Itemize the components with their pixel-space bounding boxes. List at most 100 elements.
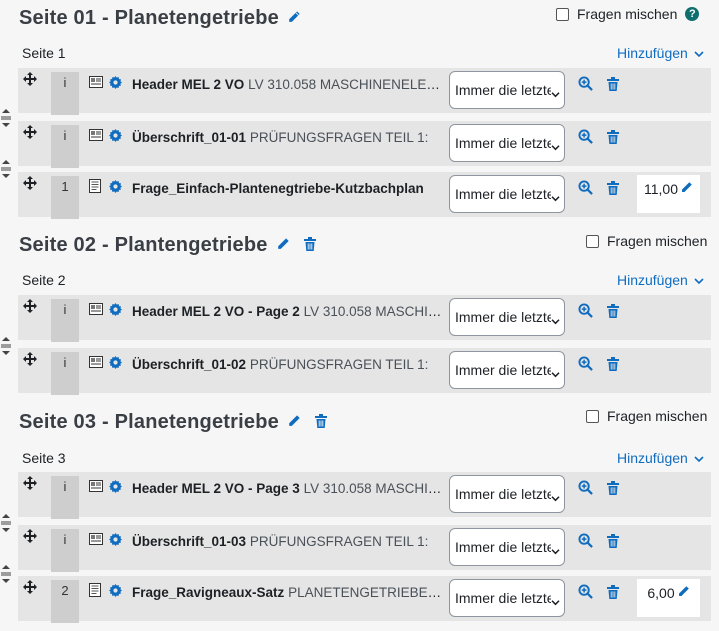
description-icon <box>89 75 103 93</box>
question-name[interactable]: Überschrift_01-03 PRÜFUNGSFRAGEN TEIL 1: <box>132 534 444 549</box>
trash-icon[interactable] <box>607 181 619 200</box>
question-title: Frage_Einfach-Plantenegtriebe-Kutzbachpl… <box>132 181 424 196</box>
gear-icon[interactable] <box>109 480 122 498</box>
chevron-down-icon <box>551 365 560 381</box>
question-title: Überschrift_01-01 <box>132 130 247 145</box>
variant-select-value: Immer die letzte <box>455 135 551 151</box>
trash-icon[interactable] <box>314 411 327 434</box>
question-slot: i Überschrift_01-02 PRÜFUNGSFRAGEN TEIL … <box>18 348 711 395</box>
add-dropdown[interactable]: Hinzufügen <box>617 45 704 61</box>
section-title: Seite 02 - Plantengetriebe <box>19 234 268 256</box>
variant-select[interactable]: Immer die letzte <box>449 528 565 566</box>
question-slot: i Überschrift_01-01 PRÜFUNGSFRAGEN TEIL … <box>18 121 711 168</box>
trash-icon[interactable] <box>607 585 619 604</box>
gear-icon[interactable] <box>109 76 122 94</box>
move-icon[interactable] <box>23 580 37 599</box>
gear-icon[interactable] <box>109 533 122 551</box>
help-icon[interactable]: ? <box>685 7 700 21</box>
zoom-icon[interactable] <box>578 356 593 376</box>
question-name[interactable]: Überschrift_01-02 PRÜFUNGSFRAGEN TEIL 1: <box>132 357 444 372</box>
zoom-icon[interactable] <box>578 180 593 200</box>
max-mark[interactable]: 6,00 <box>637 579 700 617</box>
move-icon[interactable] <box>23 476 37 495</box>
question-name[interactable]: Header MEL 2 VO - Page 3 LV 310.058 MASC… <box>132 481 444 496</box>
up-down-icon[interactable] <box>0 337 12 360</box>
section-heading-2: Seite 02 - Plantengetriebe <box>19 234 316 257</box>
variant-select[interactable]: Immer die letzte <box>449 175 565 213</box>
question-name[interactable]: Header MEL 2 VO LV 310.058 MASCHINENELEM… <box>132 77 444 92</box>
variant-select-value: Immer die letzte <box>455 362 551 378</box>
pencil-icon[interactable] <box>287 411 301 434</box>
variant-select[interactable]: Immer die letzte <box>449 579 565 617</box>
question-title: Überschrift_01-02 <box>132 357 247 372</box>
pencil-icon[interactable] <box>287 7 301 30</box>
chevron-down-icon <box>551 138 560 154</box>
section-title: Seite 01 - Planetengetriebe <box>19 7 279 29</box>
variant-select-value: Immer die letzte <box>455 309 551 325</box>
shuffle-label: Fragen mischen <box>607 233 708 249</box>
variant-select[interactable]: Immer die letzte <box>449 124 565 162</box>
slot-number: 2 <box>51 580 79 623</box>
trash-icon[interactable] <box>607 357 619 376</box>
move-icon[interactable] <box>23 72 37 91</box>
question-text: LV 310.058 MASCHINENELEMENTE <box>303 304 444 319</box>
gear-icon[interactable] <box>109 584 122 602</box>
trash-icon[interactable] <box>303 234 316 257</box>
variant-select-value: Immer die letzte <box>455 590 551 606</box>
add-dropdown[interactable]: Hinzufügen <box>617 272 704 288</box>
trash-icon[interactable] <box>607 481 619 500</box>
essay-icon <box>89 179 101 198</box>
move-icon[interactable] <box>23 299 37 318</box>
question-name[interactable]: Frage_Ravigneaux-Satz PLANETENGETRIEBE M… <box>132 585 444 600</box>
zoom-icon[interactable] <box>578 76 593 96</box>
trash-icon[interactable] <box>607 77 619 96</box>
move-icon[interactable] <box>23 529 37 548</box>
variant-select[interactable]: Immer die letzte <box>449 351 565 389</box>
gear-icon[interactable] <box>109 303 122 321</box>
max-mark[interactable]: 11,00 <box>637 175 700 213</box>
gear-icon[interactable] <box>109 180 122 198</box>
zoom-icon[interactable] <box>578 584 593 604</box>
trash-icon[interactable] <box>607 534 619 553</box>
shuffle-checkbox[interactable] <box>556 7 569 21</box>
trash-icon[interactable] <box>607 304 619 323</box>
up-down-icon[interactable] <box>0 514 12 537</box>
pencil-icon[interactable] <box>677 585 690 601</box>
up-down-icon[interactable] <box>0 160 12 183</box>
question-title: Überschrift_01-03 <box>132 534 247 549</box>
pencil-icon[interactable] <box>680 181 693 197</box>
section-title: Seite 03 - Planetengetriebe <box>19 411 279 433</box>
shuffle-checkbox[interactable] <box>586 409 599 423</box>
question-text: PRÜFUNGSFRAGEN TEIL 1: <box>249 130 429 145</box>
shuffle-questions[interactable]: Fragen mischen ? <box>556 6 700 22</box>
move-icon[interactable] <box>23 352 37 371</box>
question-name[interactable]: Frage_Einfach-Plantenegtriebe-Kutzbachpl… <box>132 181 444 196</box>
shuffle-questions[interactable]: Fragen mischen <box>586 233 707 249</box>
question-title: Header MEL 2 VO - Page 3 <box>132 481 300 496</box>
question-slot: 2 Frage_Ravigneaux-Satz PLANETENGETRIEBE… <box>18 576 711 623</box>
up-down-icon[interactable] <box>0 109 12 132</box>
variant-select[interactable]: Immer die letzte <box>449 71 565 109</box>
up-down-icon[interactable] <box>0 565 12 588</box>
zoom-icon[interactable] <box>578 480 593 500</box>
move-icon[interactable] <box>23 176 37 195</box>
zoom-icon[interactable] <box>578 533 593 553</box>
variant-select[interactable]: Immer die letzte <box>449 475 565 513</box>
shuffle-questions[interactable]: Fragen mischen <box>586 408 707 424</box>
trash-icon[interactable] <box>607 130 619 149</box>
question-name[interactable]: Überschrift_01-01 PRÜFUNGSFRAGEN TEIL 1: <box>132 130 444 145</box>
variant-select-value: Immer die letzte <box>455 82 551 98</box>
move-icon[interactable] <box>23 125 37 144</box>
zoom-icon[interactable] <box>578 129 593 149</box>
question-text: PRÜFUNGSFRAGEN TEIL 1: <box>249 357 429 372</box>
shuffle-checkbox[interactable] <box>586 234 599 248</box>
pencil-icon[interactable] <box>276 234 290 257</box>
gear-icon[interactable] <box>109 129 122 147</box>
zoom-icon[interactable] <box>578 303 593 323</box>
add-dropdown[interactable]: Hinzufügen <box>617 450 704 466</box>
gear-icon[interactable] <box>109 356 122 374</box>
question-title: Header MEL 2 VO - Page 2 <box>132 304 300 319</box>
description-icon <box>89 532 103 550</box>
question-name[interactable]: Header MEL 2 VO - Page 2 LV 310.058 MASC… <box>132 304 444 319</box>
variant-select[interactable]: Immer die letzte <box>449 298 565 336</box>
